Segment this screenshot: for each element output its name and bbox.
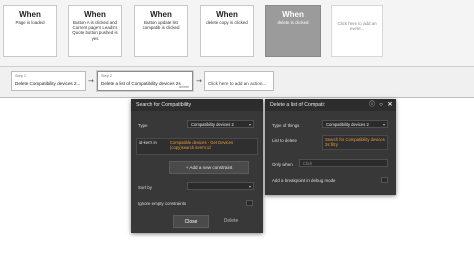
constraint-value[interactable]: Compatible devices - Get Devices (copy)s… bbox=[170, 140, 256, 150]
event-description: delete is clicked bbox=[277, 20, 309, 25]
sort-by-dropdown[interactable]: ▾ bbox=[187, 182, 254, 190]
ignore-empty-label: Ignore empty constraints bbox=[138, 201, 187, 206]
close-icon[interactable]: ✕ bbox=[386, 101, 394, 109]
chevron-down-icon: ▾ bbox=[382, 122, 385, 127]
add-event-label: Click here to add an event... bbox=[337, 21, 377, 32]
add-event-button[interactable]: Click here to add an event... bbox=[331, 5, 383, 57]
type-of-things-value: Compatibility devices 2 bbox=[326, 122, 369, 127]
type-of-things-dropdown[interactable]: Compatibility devices 2 ▾ bbox=[322, 120, 388, 128]
step-number: Step 2 bbox=[101, 74, 112, 78]
step-title: Delete Compatibility devices 2... bbox=[15, 81, 81, 86]
delete-list-panel: Delete a list of Compati: ⓘ ○ ✕ Type of … bbox=[265, 99, 396, 195]
step-delete-link[interactable]: delete bbox=[179, 85, 189, 89]
list-to-delete-expression[interactable]: Search for Compatibility devices 2s:filt… bbox=[322, 135, 388, 150]
step-2[interactable]: Step 2 Delete a list of Compatibility de… bbox=[97, 71, 193, 91]
event-delete-clicked[interactable]: When delete is clicked bbox=[265, 5, 321, 57]
only-when-input[interactable]: Click bbox=[299, 159, 388, 167]
event-button-a-clicked[interactable]: When Button A is clicked and Current pag… bbox=[68, 5, 122, 57]
event-description: Page is loaded bbox=[15, 20, 45, 25]
event-when-label: When bbox=[282, 10, 304, 19]
chevron-down-icon: ▾ bbox=[248, 184, 251, 189]
step-1[interactable]: Step 1 Delete Compatibility devices 2... bbox=[11, 71, 86, 91]
step-number: Step 1 bbox=[15, 74, 26, 78]
workflow-steps-row: Step 1 Delete Compatibility devices 2...… bbox=[0, 67, 474, 98]
add-action-label: Click here to add an action... bbox=[208, 81, 267, 86]
chevron-down-icon: ▾ bbox=[248, 122, 251, 127]
type-dropdown[interactable]: Compatibility devices 2 ▾ bbox=[187, 120, 254, 128]
type-of-things-label: Type of things bbox=[272, 123, 300, 128]
event-when-label: When bbox=[150, 10, 172, 19]
event-description: Button update list compatib is clicked bbox=[142, 20, 180, 31]
constraint-field[interactable]: id-ken't in bbox=[139, 140, 157, 145]
event-delete-copy-clicked[interactable]: When delete copy is clicked bbox=[200, 5, 254, 57]
constraint-row[interactable]: id-ken't in Compatible devices - Get Dev… bbox=[136, 138, 258, 155]
event-update-list-clicked[interactable]: When Button update list compatib is clic… bbox=[134, 5, 188, 57]
events-canvas: When Page is loaded When Button A is cli… bbox=[0, 0, 474, 67]
ignore-empty-checkbox[interactable] bbox=[246, 200, 253, 206]
list-to-delete-value: Search for Compatibility devices 2s:filt… bbox=[325, 137, 385, 147]
breakpoint-checkbox[interactable] bbox=[381, 177, 388, 183]
type-dropdown-value: Compatibility devices 2 bbox=[191, 122, 234, 127]
event-when-label: When bbox=[84, 10, 106, 19]
event-description: Button A is clicked and Current page's L… bbox=[72, 20, 118, 41]
step-title: Delete a list of Compatibility devices 2… bbox=[101, 81, 181, 86]
type-label: Type bbox=[138, 123, 148, 128]
sort-by-label: Sort by bbox=[138, 185, 152, 190]
event-page-loaded[interactable]: When Page is loaded bbox=[3, 5, 57, 57]
only-when-label: Only when bbox=[272, 162, 293, 167]
info-icon[interactable]: ⓘ bbox=[368, 101, 376, 109]
delete-button[interactable]: Delete bbox=[217, 215, 245, 228]
event-description: delete copy is clicked bbox=[206, 20, 248, 25]
comment-icon[interactable]: ○ bbox=[377, 101, 385, 109]
only-when-placeholder: Click bbox=[303, 161, 313, 166]
add-action-button[interactable]: Click here to add an action... bbox=[204, 71, 274, 91]
arrow-right-icon: → bbox=[196, 77, 202, 85]
list-to-delete-label: List to delete bbox=[272, 138, 297, 143]
add-constraint-label: Add a new constraint bbox=[189, 165, 233, 170]
search-panel-title: Search for Compatibility bbox=[131, 99, 263, 111]
close-button[interactable]: Close bbox=[173, 215, 209, 228]
event-when-label: When bbox=[216, 10, 238, 19]
breakpoint-label: Add a breakpoint in debug mode bbox=[272, 178, 336, 183]
search-panel: Search for Compatibility Type Compatibil… bbox=[131, 99, 263, 233]
add-constraint-button[interactable]: + Add a new constraint bbox=[169, 161, 249, 174]
event-when-label: When bbox=[19, 10, 41, 19]
arrow-right-icon: → bbox=[88, 77, 94, 85]
